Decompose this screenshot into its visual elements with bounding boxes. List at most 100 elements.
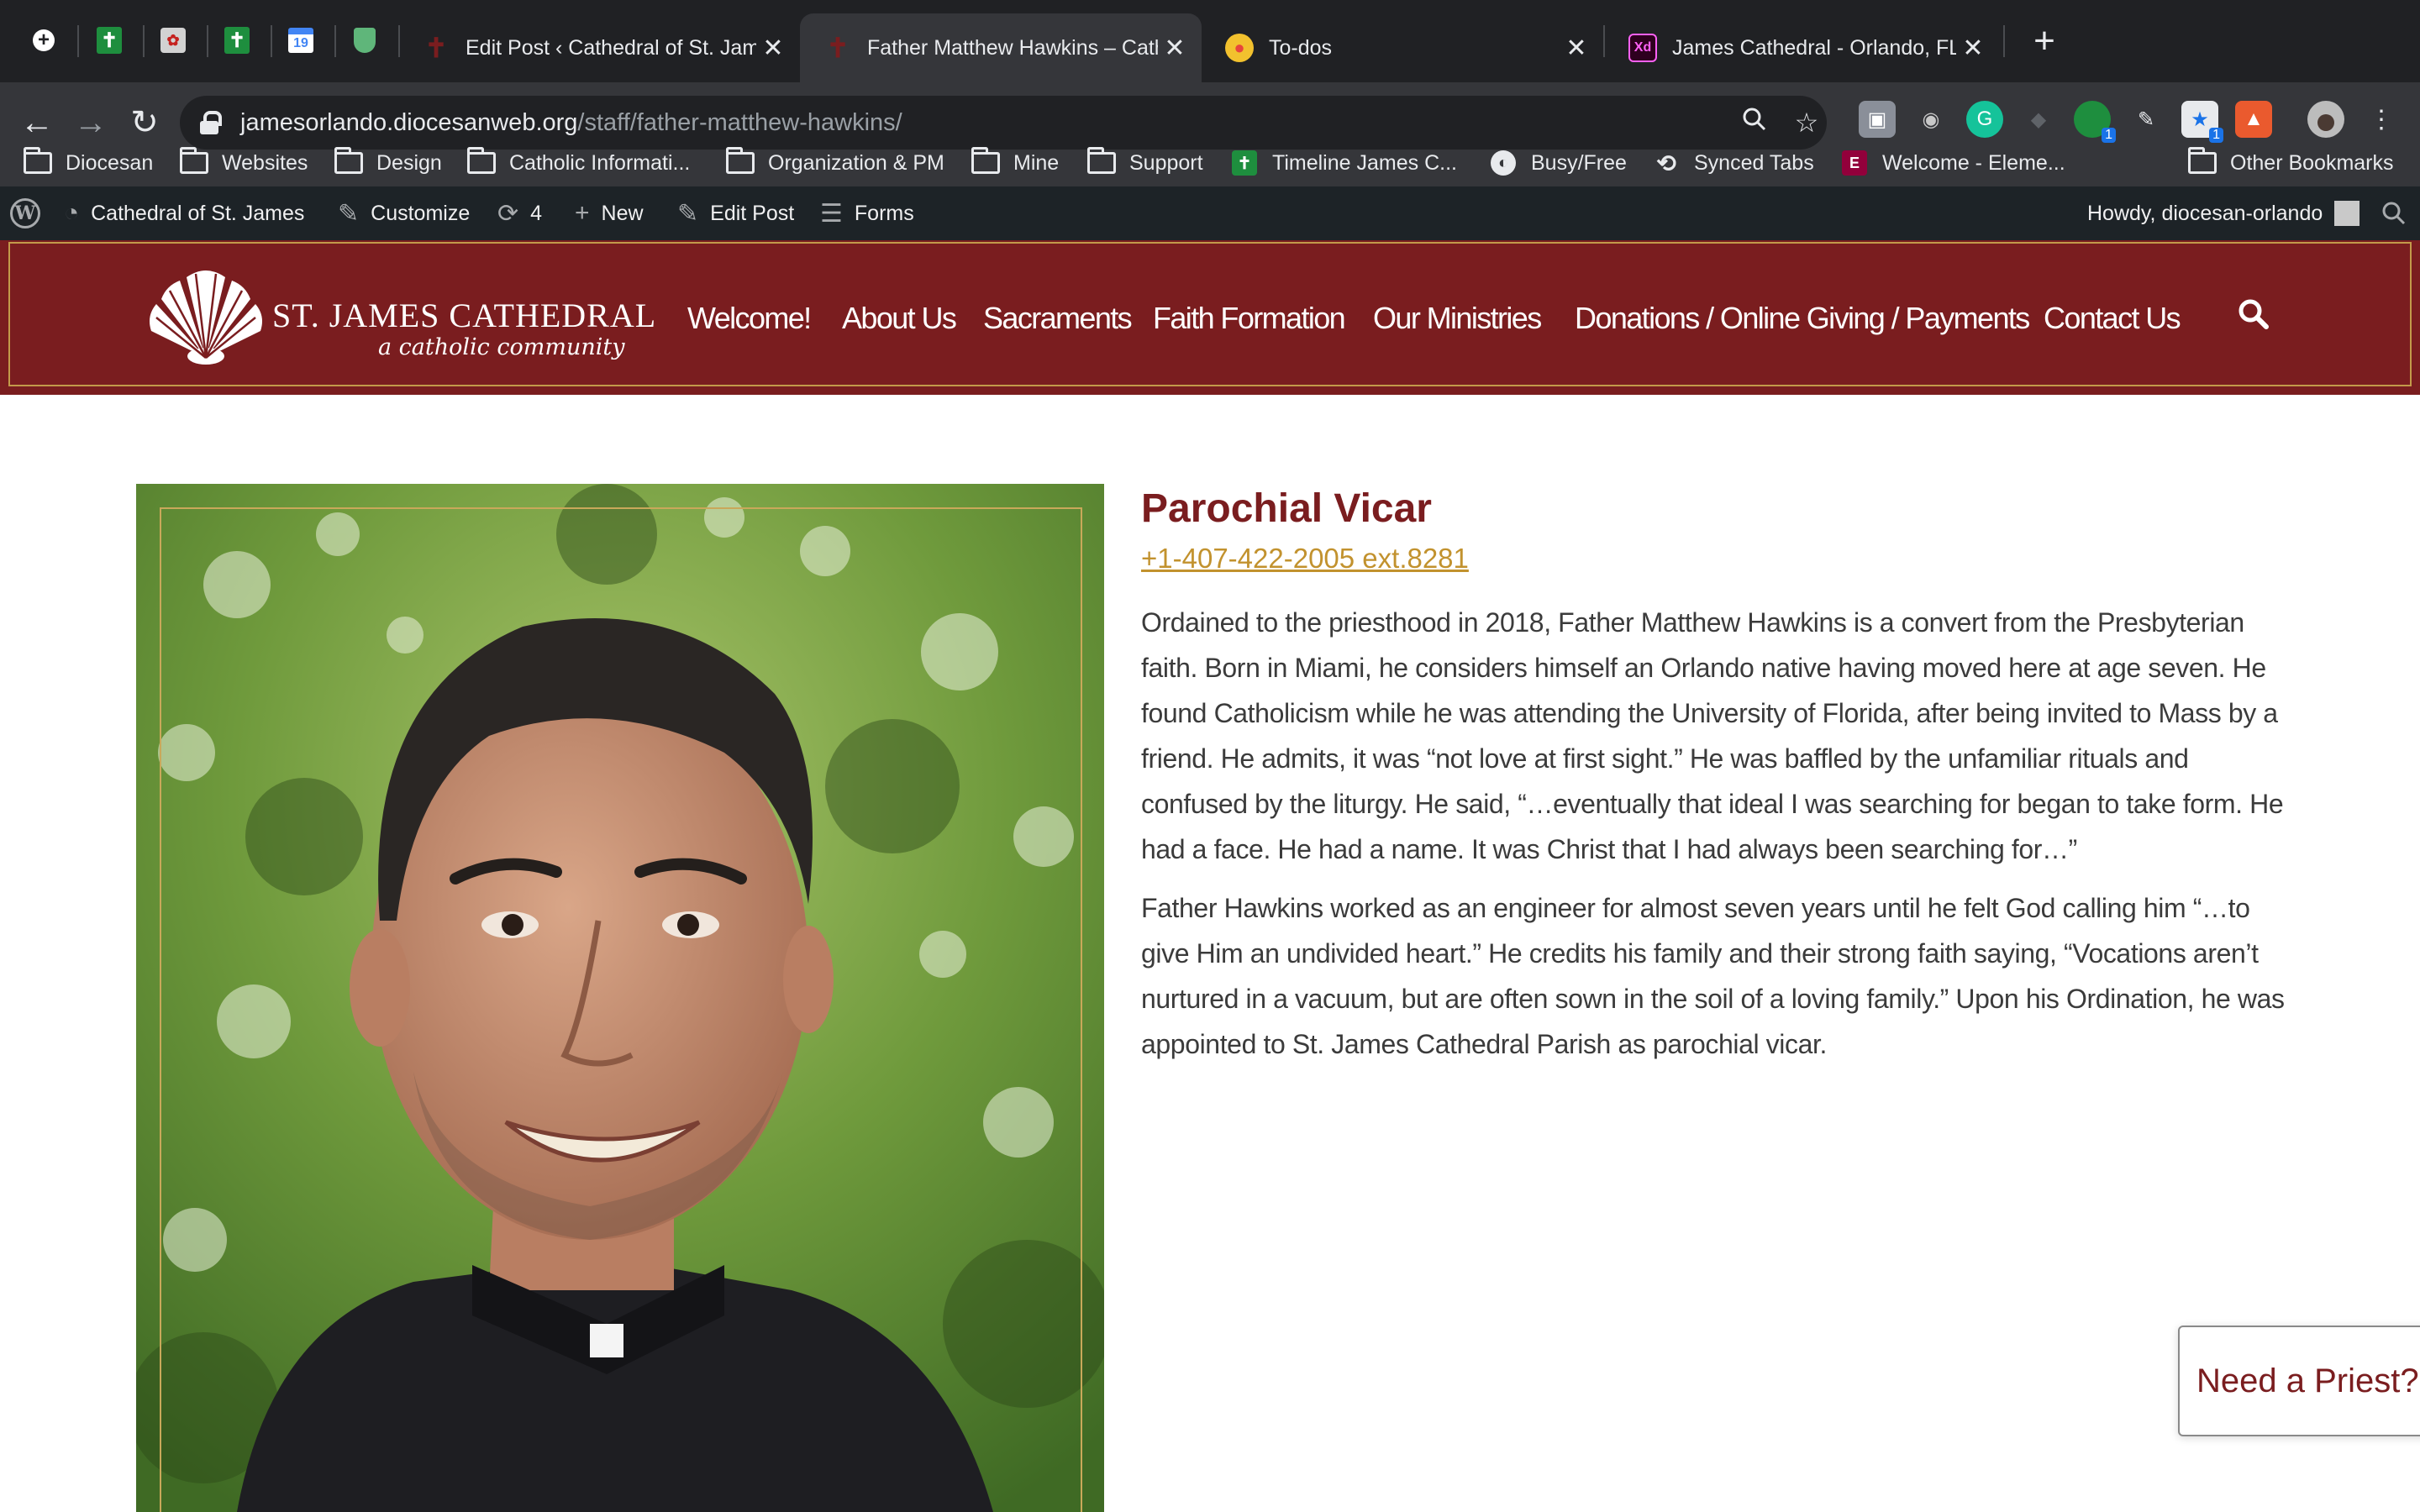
folder-icon [971,147,1000,174]
photo-gold-frame [160,507,1082,1512]
url-host: jamesorlando.diocesanweb.org [240,108,578,136]
nav-our-ministries[interactable]: Our Ministries [1373,297,1542,339]
extension-orange-icon[interactable]: ▲ [2235,101,2272,138]
wp-customize-label: Customize [371,201,471,225]
tab-divider [207,25,208,57]
grammarly-icon[interactable]: G [1966,101,2003,138]
close-icon[interactable]: ✕ [1956,34,1990,63]
bookmark-label: Catholic Informati... [509,150,691,175]
cross-green-icon: ✝ [97,27,122,54]
wp-forms[interactable]: ☰ Forms [820,186,914,240]
bookmark-catholic-information[interactable]: Catholic Informati... [467,146,690,180]
tab-divider [143,25,145,57]
browser-toolbar: ← → ↻ jamesorlando.diocesanweb.org/staff… [0,82,2420,203]
bookmark-label: Busy/Free [1531,150,1627,175]
nav-sacraments[interactable]: Sacraments [983,297,1133,339]
wp-edit-post-label: Edit Post [710,201,795,225]
tab-james-cathedral-xd[interactable]: Xd James Cathedral - Orlando, FL ✕ [1605,13,2000,82]
url-text: jamesorlando.diocesanweb.org/staff/fathe… [240,109,902,137]
folder-icon [24,147,52,174]
browser-tab-strip: + ✝ ✿ ✝ 19 ✝ Edit Post ‹ Cathedral of St… [0,0,2420,82]
tab-divider [271,25,272,57]
nav-welcome[interactable]: Welcome! [687,297,812,339]
wp-site-name[interactable]: ◔ Cathedral of St. James [64,186,304,240]
bookmarks-bar: Diocesan Websites Design Catholic Inform… [0,136,2420,186]
close-icon[interactable]: ✕ [1560,34,1593,63]
folder-icon [180,147,208,174]
bookmark-diocesan[interactable]: Diocesan [24,146,153,180]
bookmark-design[interactable]: Design [334,146,442,180]
bookmark-label: Websites [222,150,308,175]
bookmark-websites[interactable]: Websites [180,146,308,180]
nav-contact-us[interactable]: Contact Us [2044,297,2181,339]
bookmark-support[interactable]: Support [1087,146,1203,180]
pinned-tab-sheet-2[interactable]: ✝ [218,22,255,59]
pinned-tab-new-page[interactable]: + [25,22,62,59]
wp-customize[interactable]: ✎ Customize [338,186,470,240]
nav-donations[interactable]: Donations / Online Giving / Payments [1575,297,2030,339]
bookmark-synced-tabs[interactable]: ⟲ Synced Tabs [1654,146,1813,180]
sheet-icon: ✝ [1232,150,1257,176]
site-header: ST. JAMES CATHEDRAL a catholic community… [0,240,2420,395]
bookmark-elementor[interactable]: E Welcome - Eleme... [1842,146,2065,180]
bookmark-mine[interactable]: Mine [971,146,1059,180]
wp-edit-post[interactable]: ✎ Edit Post [677,186,794,240]
tab-father-matthew-hawkins[interactable]: ✝ Father Matthew Hawkins – Cathedral of … [800,13,1202,82]
wordpress-logo-icon[interactable]: W [10,186,40,240]
history-icon: ⟲ [1656,150,1676,176]
wp-howdy[interactable]: Howdy, diocesan-orlando [2087,186,2360,240]
wp-updates-count: 4 [530,201,543,225]
pinned-tab-extension[interactable]: ✿ [155,22,192,59]
tab-edit-post[interactable]: ✝ Edit Post ‹ Cathedral of St. James ✕ [398,13,800,82]
pen-icon[interactable]: ✎ [2128,101,2165,138]
need-a-priest-button[interactable]: Need a Priest? [2178,1326,2420,1436]
pinned-tab-sheet[interactable]: ✝ [91,22,128,59]
nav-about-us[interactable]: About Us [842,297,957,339]
pencil-icon: ✎ [677,199,699,228]
close-icon[interactable]: ✕ [756,34,790,63]
elementor-icon: E [1842,150,1867,176]
bookmark-other[interactable]: Other Bookmarks [2188,146,2394,180]
url-path: /staff/father-matthew-hawkins/ [577,108,902,136]
nav-faith-formation[interactable]: Faith Formation [1153,297,1346,339]
staff-phone-link[interactable]: +1-407-422-2005 ext.8281 [1141,543,1469,575]
camera-icon[interactable]: ◉ [1912,101,1949,138]
profile-avatar-icon[interactable] [2307,101,2344,138]
staff-bio-paragraph: Father Hawkins worked as an engineer for… [1141,893,2285,1059]
site-logo[interactable]: ST. JAMES CATHEDRAL a catholic community [145,265,655,371]
brush-icon: ✎ [338,199,360,228]
bookmark-busy-free[interactable]: ◐ Busy/Free [1491,146,1627,180]
new-tab-button[interactable]: + [2023,20,2065,62]
extension-dim-icon[interactable]: ◆ [2020,101,2057,138]
bookmark-timeline[interactable]: ✝ Timeline James C... [1232,146,1457,180]
tab-divider [2003,25,2005,57]
extension-green-icon[interactable]: 1 [2074,101,2116,143]
close-icon[interactable]: ✕ [1158,34,1192,63]
search-icon[interactable] [2237,297,2270,331]
wp-admin-bar: W ◔ Cathedral of St. James ✎ Customize ⟳ 4 … [0,186,2420,240]
todo-favicon-icon: ● [1225,34,1254,62]
shield-green-icon [354,28,376,53]
wp-search-icon[interactable] [2381,186,2407,240]
tab-divider [77,25,79,57]
bookmark-label: Mine [1013,150,1060,175]
bookmark-label: Welcome - Eleme... [1882,150,2065,175]
pinned-tab-shield[interactable] [346,22,383,59]
wp-forms-label: Forms [854,201,914,225]
pinned-tab-calendar[interactable]: 19 [282,22,319,59]
extension-calendar-icon[interactable]: ★ 1 [2181,101,2223,143]
tab-label: James Cathedral - Orlando, FL [1672,35,1956,60]
wp-new[interactable]: + New [575,186,644,240]
forms-icon: ☰ [820,199,843,228]
extension-image-icon[interactable]: ▣ [1859,101,1896,138]
tab-to-dos[interactable]: ● To-dos ✕ [1202,13,1603,82]
staff-bio-paragraph: Ordained to the priesthood in 2018, Fath… [1141,607,2284,864]
menu-dots-icon[interactable]: ⋮ [2363,101,2400,138]
new-page-icon: + [33,29,55,51]
wp-new-label: New [601,201,644,225]
wp-site-name-label: Cathedral of St. James [91,201,305,225]
bookmark-organization[interactable]: Organization & PM [726,146,944,180]
wp-updates[interactable]: ⟳ 4 [497,186,542,240]
cathedral-favicon-icon: ✝ [424,33,448,63]
bookmark-label: Organization & PM [768,150,944,175]
